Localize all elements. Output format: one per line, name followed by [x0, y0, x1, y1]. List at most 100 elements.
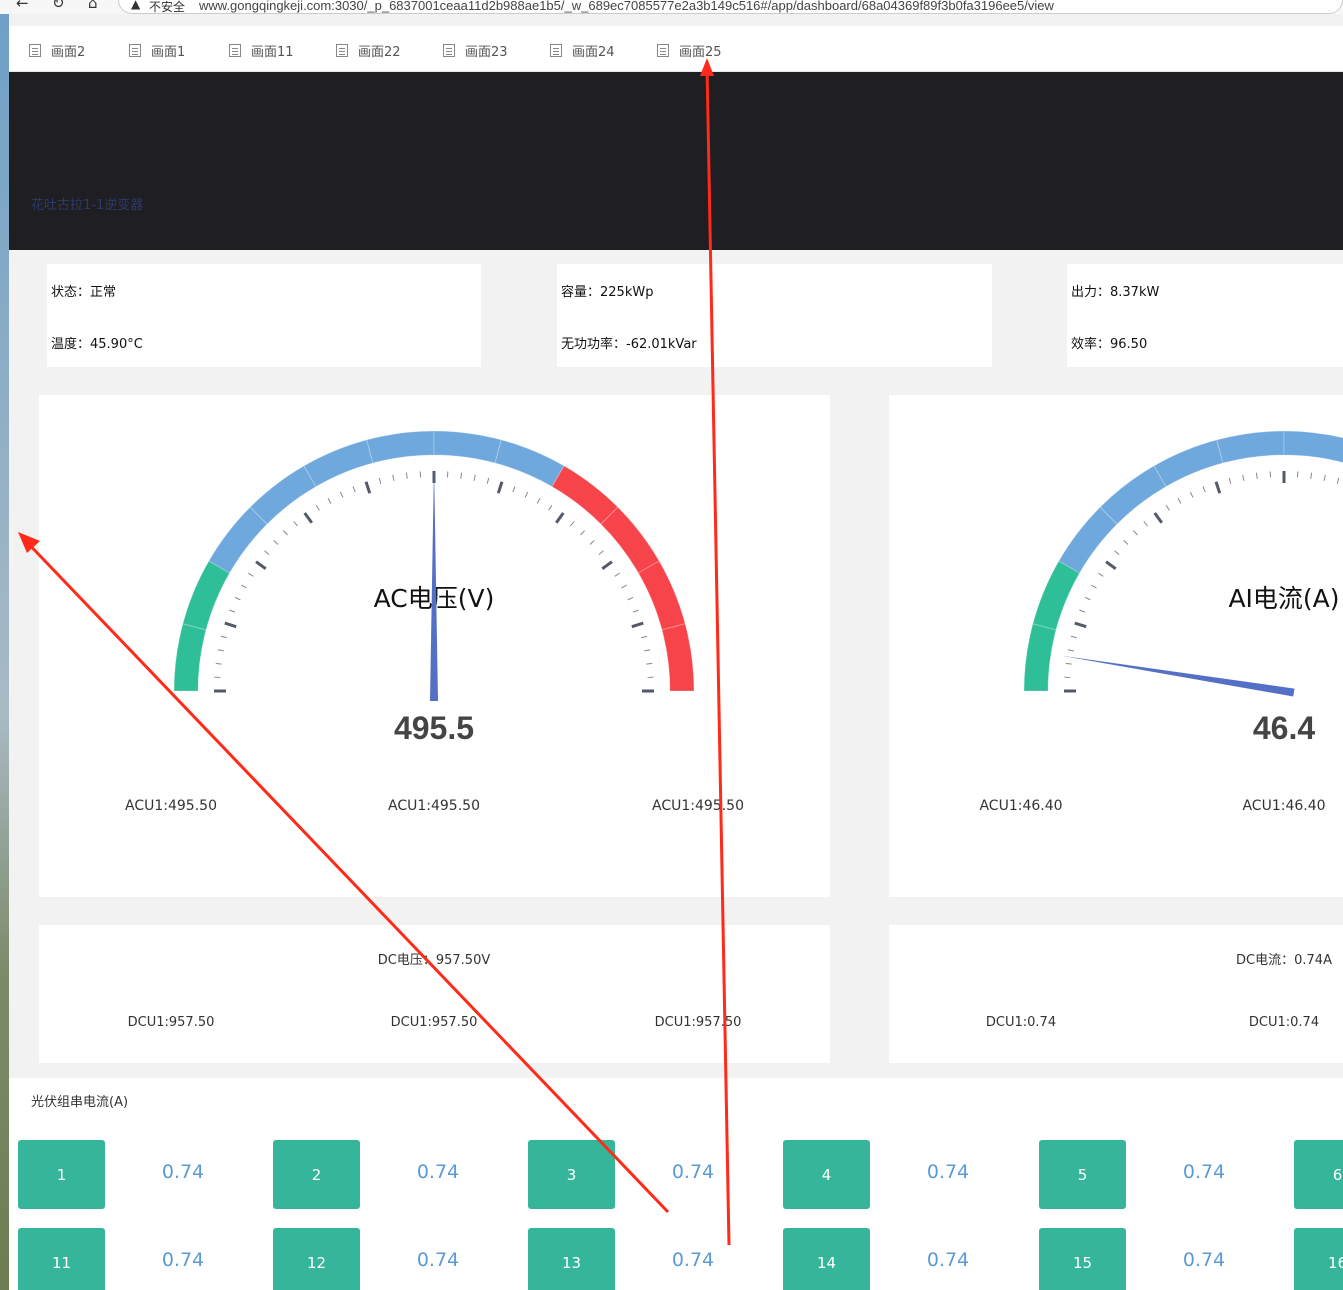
gauge-major-tick [1153, 512, 1163, 524]
gauge-minor-tick [378, 477, 382, 484]
pv-string-2-button[interactable]: 2 [273, 1140, 360, 1209]
tab-screen-11[interactable]: 画面11 [229, 40, 294, 60]
tab-screen-25[interactable]: 画面25 [657, 40, 722, 60]
page-icon [550, 43, 562, 57]
dc-sub-label: DCU1:957.50 [390, 1015, 478, 1030]
reactive-power-text: 无功功率：-62.01kVar [561, 337, 697, 352]
gauge-minor-tick [327, 497, 332, 504]
pv-string-15-button[interactable]: 15 [1039, 1228, 1126, 1290]
efficiency-text: 效率：96.50 [1071, 337, 1148, 352]
pv-string-13-button[interactable]: 13 [528, 1228, 615, 1290]
gauge-minor-tick [598, 550, 604, 555]
dc-voltage-title: DC电压：957.50V [377, 953, 491, 968]
home-icon[interactable]: ⌂ [88, 0, 98, 12]
gauge-minor-tick [264, 550, 270, 555]
desktop-edge [0, 14, 9, 1290]
gauge-minor-tick [1070, 635, 1077, 639]
gauge-minor-tick [512, 486, 516, 493]
gauge-minor-tick [1189, 491, 1194, 498]
tab-label: 画面23 [465, 44, 508, 60]
status-text: 状态：正常 [51, 285, 117, 300]
gauge-minor-tick [273, 540, 279, 545]
gauge-sub-label: ACU1:495.50 [652, 798, 744, 814]
pv-string-12-button[interactable]: 12 [273, 1228, 360, 1290]
gauge-band-segment [637, 560, 686, 631]
gauge-major-tick [601, 560, 613, 570]
gauge-minor-tick [1090, 584, 1097, 589]
pv-string-15-value: 0.74 [1182, 1249, 1226, 1271]
tab-screen-23[interactable]: 画面23 [443, 40, 508, 60]
pv-string-1-button[interactable]: 1 [18, 1140, 105, 1209]
gauge-band-segment [182, 560, 231, 631]
gauge-major-tick [496, 481, 504, 494]
page-icon [443, 43, 455, 57]
gauge-minor-tick [1255, 472, 1258, 479]
gauge-sub-label: ACU1:46.40 [979, 798, 1063, 814]
gauge-major-tick [1074, 621, 1087, 629]
gauge-minor-tick [646, 662, 653, 665]
dc-current-title: DC电流：0.74A [1236, 953, 1332, 968]
gauge-value: 495.5 [394, 710, 474, 746]
url-text[interactable]: www.gongqingkeji.com:3030/_p_6837001ceaa… [199, 0, 1054, 13]
pv-string-11-button[interactable]: 11 [18, 1228, 105, 1290]
gauge-band-segment [303, 439, 374, 488]
tab-screen-2[interactable]: 画面2 [29, 40, 85, 60]
gauge-band-segment [433, 430, 502, 464]
gauge-minor-tick [1242, 474, 1245, 481]
dc-voltage-panel: DC电压：957.50V DCU1:957.50 DCU1:957.50 DCU… [39, 925, 830, 1063]
gauge-minor-tick [548, 504, 553, 511]
gauge-minor-tick [1336, 477, 1340, 484]
gauge-minor-tick [1310, 472, 1313, 479]
tab-screen-24[interactable]: 画面24 [550, 40, 615, 60]
tab-label: 画面11 [251, 44, 294, 60]
pv-string-3-button[interactable]: 3 [528, 1140, 615, 1209]
gauge-sub-label: ACU1:495.50 [125, 798, 217, 814]
tab-label: 画面2 [51, 44, 86, 60]
pv-string-13-value: 0.74 [671, 1249, 715, 1271]
gauge-minor-tick [644, 649, 651, 652]
page-icon [29, 43, 41, 57]
gauge-minor-tick [247, 572, 254, 577]
reload-icon[interactable]: ↻ [52, 0, 65, 12]
pv-string-16-button[interactable]: 16 [1294, 1228, 1343, 1290]
gauge-minor-tick [217, 649, 224, 652]
gauge-major-tick [555, 512, 565, 524]
gauge-minor-tick [460, 472, 463, 479]
pv-string-6-button[interactable]: 6 [1294, 1140, 1343, 1209]
warning-icon[interactable]: ▲ [131, 0, 140, 11]
browser-toolbar: ← ↻ ⌂ ▲ 不安全 www.gongqingkeji.com:3030/_p… [0, 0, 1343, 14]
pv-string-5-button[interactable]: 5 [1039, 1140, 1126, 1209]
gauge-minor-tick [570, 521, 575, 527]
gauge-major-tick [255, 560, 267, 570]
tab-screen-22[interactable]: 画面22 [336, 40, 401, 60]
security-label[interactable]: 不安全 [149, 0, 185, 14]
pv-string-14-button[interactable]: 14 [783, 1228, 870, 1290]
gauge-minor-tick [405, 472, 408, 479]
gauge-major-tick [1214, 481, 1222, 494]
gauge-minor-tick [1228, 477, 1232, 484]
gauge-minor-tick [1084, 596, 1091, 601]
gauge-minor-tick [1065, 662, 1072, 665]
gauge-minor-tick [1165, 504, 1170, 511]
gauge-minor-tick [1323, 474, 1326, 481]
gauge-minor-tick [632, 609, 639, 613]
gauge-major-tick [224, 621, 237, 629]
ac-current-gauge: AI电流(A) 46.4 [1023, 430, 1343, 746]
gauge-minor-tick [215, 662, 222, 665]
arrow-left-icon[interactable]: ← [16, 0, 29, 12]
pv-string-3-value: 0.74 [671, 1161, 715, 1183]
pv-string-4-button[interactable]: 4 [783, 1140, 870, 1209]
tab-label: 画面22 [358, 44, 401, 60]
tab-label: 画面1 [151, 44, 186, 60]
gauge-minor-tick [1097, 572, 1104, 577]
pv-string-11-value: 0.74 [161, 1249, 205, 1271]
gauge-band-segment [1023, 623, 1057, 692]
address-bar[interactable]: ▲ 不安全 www.gongqingkeji.com:3030/_p_68370… [118, 0, 1343, 14]
gauge-minor-tick [486, 477, 490, 484]
dc-sub-label: DCU1:957.50 [127, 1015, 215, 1030]
ac-voltage-gauge: AC电压(V)495.5 [173, 430, 695, 746]
gauge-band-segment [1032, 560, 1081, 631]
tab-screen-1[interactable]: 画面1 [129, 40, 185, 60]
gauge-sub-label: ACU1:46.40 [1242, 798, 1326, 814]
page-icon [229, 43, 241, 57]
